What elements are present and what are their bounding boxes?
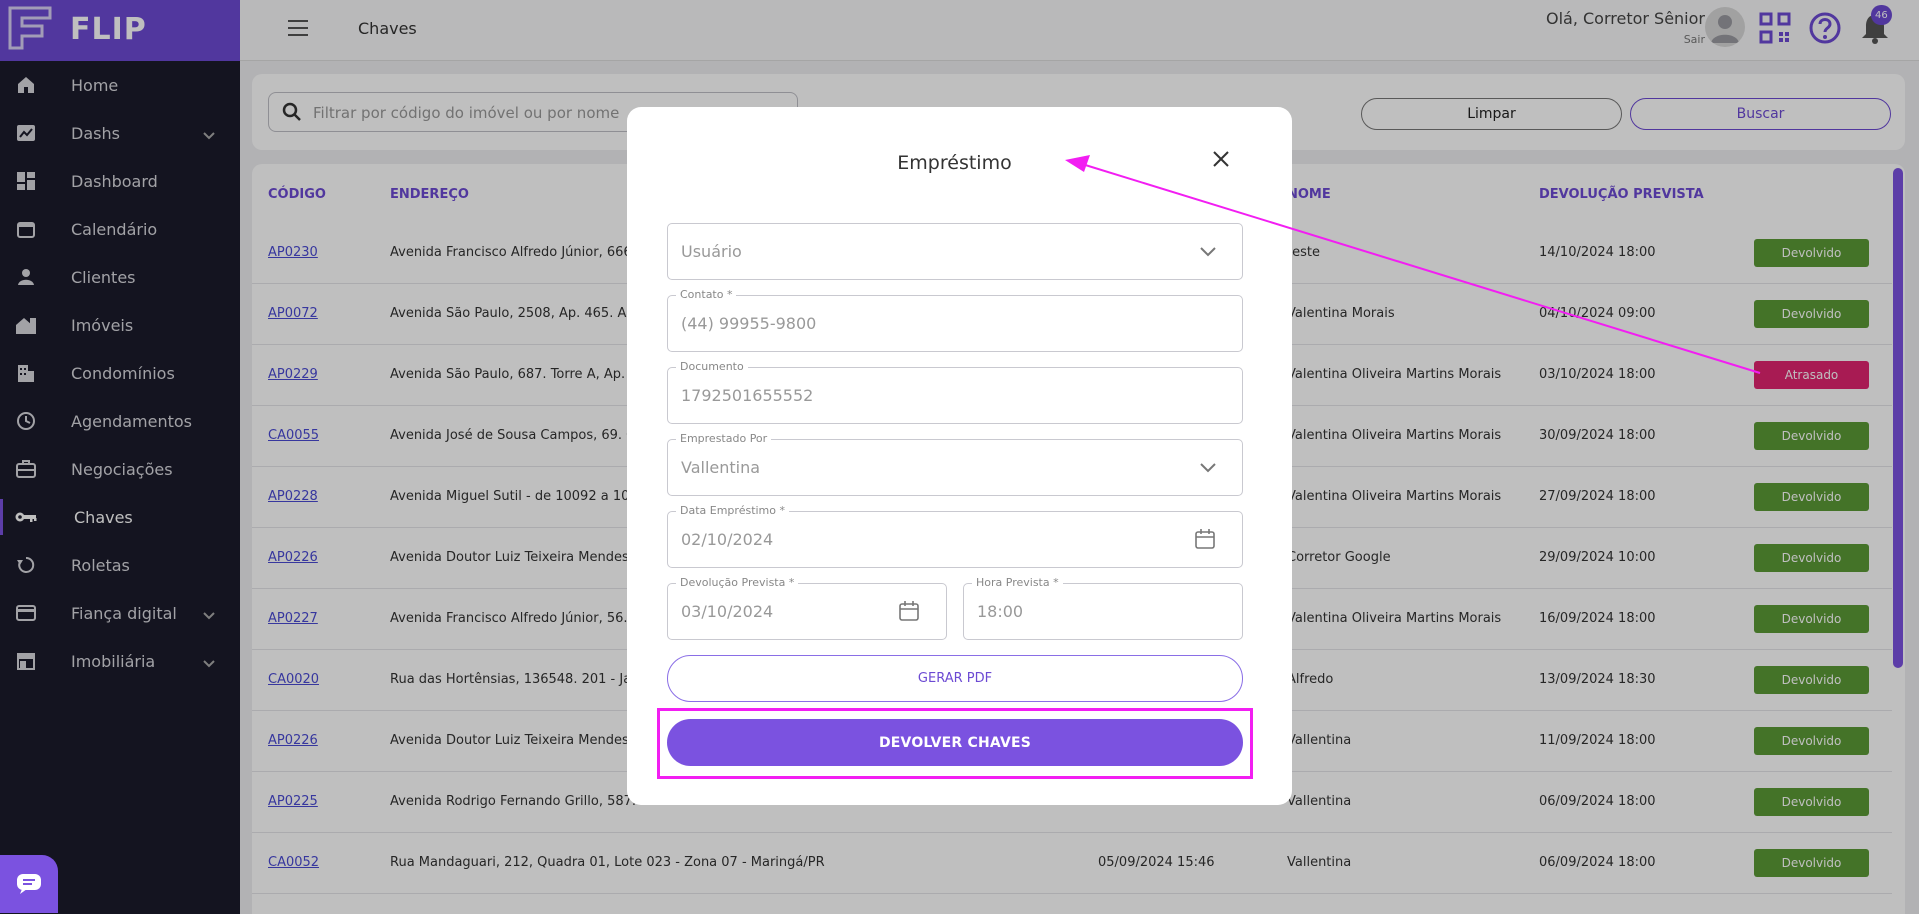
lent-by-select[interactable]: Emprestado Por Vallentina <box>667 432 1243 496</box>
calendar-icon[interactable] <box>1194 528 1216 550</box>
due-date-label: Devolução Prevista * <box>676 576 799 589</box>
contact-label: Contato * <box>676 288 737 301</box>
contact-value: (44) 99955-9800 <box>681 314 817 333</box>
loan-date-label: Data Empréstimo * <box>676 504 789 517</box>
chevron-down-icon <box>1200 463 1216 473</box>
document-label: Documento <box>676 360 748 373</box>
loan-modal: Empréstimo Usuário Contato * (44) 99955-… <box>627 107 1292 805</box>
close-icon[interactable] <box>1209 147 1233 171</box>
chat-icon <box>17 874 41 894</box>
loan-date-field[interactable]: Data Empréstimo * 02/10/2024 <box>667 504 1243 568</box>
user-select-placeholder: Usuário <box>681 242 742 261</box>
document-value: 1792501655552 <box>681 386 814 405</box>
generate-pdf-button[interactable]: GERAR PDF <box>667 655 1243 702</box>
lent-by-label: Emprestado Por <box>676 432 772 445</box>
user-select[interactable]: Usuário <box>667 223 1243 280</box>
due-time-label: Hora Prevista * <box>972 576 1063 589</box>
document-field[interactable]: Documento 1792501655552 <box>667 360 1243 424</box>
loan-date-value: 02/10/2024 <box>681 530 774 549</box>
annotation-highlight-box <box>657 708 1253 779</box>
lent-by-value: Vallentina <box>681 458 761 477</box>
due-time-field[interactable]: Hora Prevista * 18:00 <box>963 576 1243 640</box>
due-date-value: 03/10/2024 <box>681 602 774 621</box>
calendar-icon[interactable] <box>898 600 920 622</box>
modal-title: Empréstimo <box>897 152 1012 174</box>
chat-button[interactable] <box>0 855 58 913</box>
due-date-field[interactable]: Devolução Prevista * 03/10/2024 <box>667 576 947 640</box>
chevron-down-icon <box>1200 247 1216 257</box>
contact-field[interactable]: Contato * (44) 99955-9800 <box>667 288 1243 352</box>
due-time-value: 18:00 <box>977 602 1024 621</box>
